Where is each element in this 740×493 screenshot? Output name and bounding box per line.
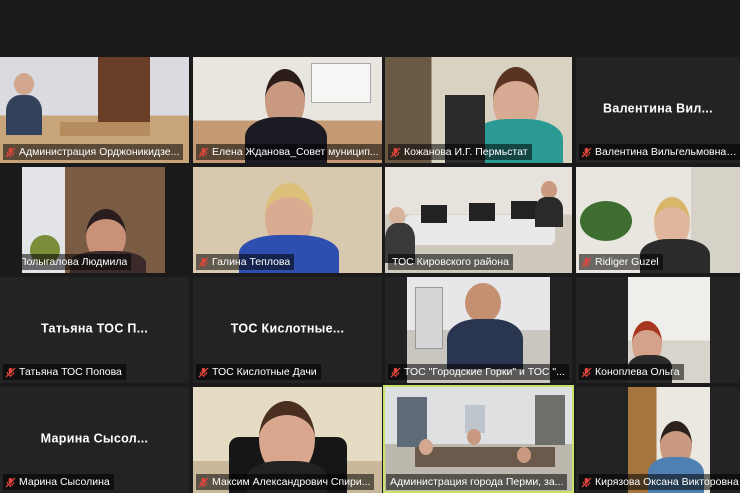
participant-tile-13[interactable]: Марина Сысол... Марина Сысолина: [0, 387, 189, 493]
participant-tile-11[interactable]: ТОС "Городские Горки" и ТОС "...: [385, 277, 572, 383]
chair: [421, 205, 447, 223]
mic-muted-icon: [390, 146, 401, 158]
mic-muted-icon: [5, 366, 16, 378]
participant-tile-6[interactable]: Галина Теплова: [193, 167, 382, 273]
participant-name: Кожанова И.Г. Пермьстат: [404, 146, 528, 158]
person-head: [419, 439, 433, 455]
nameplate: Валентина Вильгельмовна ТОС: [579, 144, 740, 160]
nameplate: Татьяна ТОС Попова: [3, 364, 126, 380]
nameplate: ТОС Кислотные Дачи: [196, 364, 321, 380]
mic-muted-icon: [390, 366, 401, 378]
person-head: [465, 283, 501, 323]
participant-name: Валентина Вильгельмовна ТОС: [595, 146, 739, 158]
participant-tile-16[interactable]: Кирязова Оксана Викторовна: [576, 387, 740, 493]
participant-tile-9[interactable]: Татьяна ТОС П... Татьяна ТОС Попова: [0, 277, 189, 383]
person-head: [467, 429, 481, 445]
nameplate: Кирязова Оксана Викторовна: [579, 474, 740, 490]
person-head: [517, 447, 531, 463]
video-grid: Администрация Орджоникидзе... Елена Ждан…: [0, 0, 740, 493]
board: [535, 395, 565, 445]
plant: [580, 201, 632, 241]
participant-initial-name: Марина Сысол...: [40, 431, 149, 446]
nameplate: Елена Жданова_Совет муницип...: [196, 144, 382, 160]
mic-muted-icon: [198, 146, 209, 158]
participant-name: ТОС "Городские Горки" и ТОС "...: [404, 366, 565, 378]
desk: [60, 122, 150, 136]
participant-tile-3[interactable]: Кожанова И.Г. Пермьстат: [385, 57, 572, 163]
nameplate: Администрация Орджоникидзе...: [3, 144, 184, 160]
mic-muted-icon: [198, 366, 209, 378]
nameplate: Галина Теплова: [196, 254, 295, 270]
participant-tile-10[interactable]: ТОС Кислотные... ТОС Кислотные Дачи: [193, 277, 382, 383]
mic-muted-icon: [581, 146, 592, 158]
nameplate: Коноплева Ольга: [579, 364, 684, 380]
chair: [511, 201, 537, 219]
participant-name: Марина Сысолина: [19, 476, 110, 488]
participant-name: ТОС Кислотные Дачи: [212, 366, 317, 378]
conference-table: [415, 447, 555, 467]
whiteboard: [311, 63, 371, 103]
person-head: [14, 73, 34, 95]
nameplate: Максим Александрович Спири...: [196, 474, 375, 490]
nameplate: Марина Сысолина: [3, 474, 114, 490]
participant-name: Ridiger Guzel: [595, 256, 659, 268]
participant-name: Кирязова Оксана Викторовна: [595, 476, 739, 488]
participant-tile-5[interactable]: Полыгалова Людмила: [22, 167, 165, 273]
participant-tile-2[interactable]: Елена Жданова_Совет муницип...: [193, 57, 382, 163]
mic-muted-icon: [5, 146, 16, 158]
participant-initial-name: Валентина Вил...: [603, 101, 713, 116]
participant-tile-15-active-speaker[interactable]: Администрация города Перми, за...: [383, 385, 574, 493]
mic-muted-icon: [581, 366, 592, 378]
participant-tile-4[interactable]: Валентина Вил... Валентина Вильгельмовна…: [576, 57, 740, 163]
participant-tile-8[interactable]: Ridiger Guzel: [576, 167, 740, 273]
nameplate: ТОС "Городские Горки" и ТОС "...: [388, 364, 569, 380]
participant-name: Полыгалова Людмила: [22, 256, 128, 268]
participant-tile-1[interactable]: Администрация Орджоникидзе...: [0, 57, 189, 163]
mic-muted-icon: [198, 256, 209, 268]
participant-name: Администрация Орджоникидзе...: [19, 146, 180, 158]
participant-name: Галина Теплова: [212, 256, 291, 268]
participant-tile-7[interactable]: ТОС Кировского района: [385, 167, 572, 273]
participant-name: Татьяна ТОС Попова: [19, 366, 122, 378]
participant-initial-name: Татьяна ТОС П...: [40, 321, 149, 336]
person-body: [535, 197, 563, 227]
participant-name: Максим Александрович Спири...: [212, 476, 371, 488]
nameplate: Ridiger Guzel: [579, 254, 663, 270]
person-body: [447, 319, 523, 369]
nameplate: Администрация города Перми, за...: [386, 474, 568, 490]
mic-muted-icon: [5, 476, 16, 488]
chair: [469, 203, 495, 221]
door: [98, 57, 150, 132]
mic-muted-icon: [581, 476, 592, 488]
participant-tile-14[interactable]: Максим Александрович Спири...: [193, 387, 382, 493]
participant-name: Администрация города Перми, за...: [390, 476, 564, 488]
participant-initial-name: ТОС Кислотные...: [230, 321, 345, 336]
person-body: [6, 95, 42, 135]
window: [415, 287, 443, 349]
nameplate: Полыгалова Людмила: [22, 254, 132, 270]
participant-tile-12[interactable]: Коноплева Ольга: [576, 277, 740, 383]
nameplate: ТОС Кировского района: [388, 254, 513, 270]
participant-name: Елена Жданова_Совет муницип...: [212, 146, 379, 158]
mic-muted-icon: [581, 256, 592, 268]
participant-name: Коноплева Ольга: [595, 366, 680, 378]
mic-muted-icon: [198, 476, 209, 488]
nameplate: Кожанова И.Г. Пермьстат: [388, 144, 532, 160]
participant-name: ТОС Кировского района: [392, 256, 509, 268]
